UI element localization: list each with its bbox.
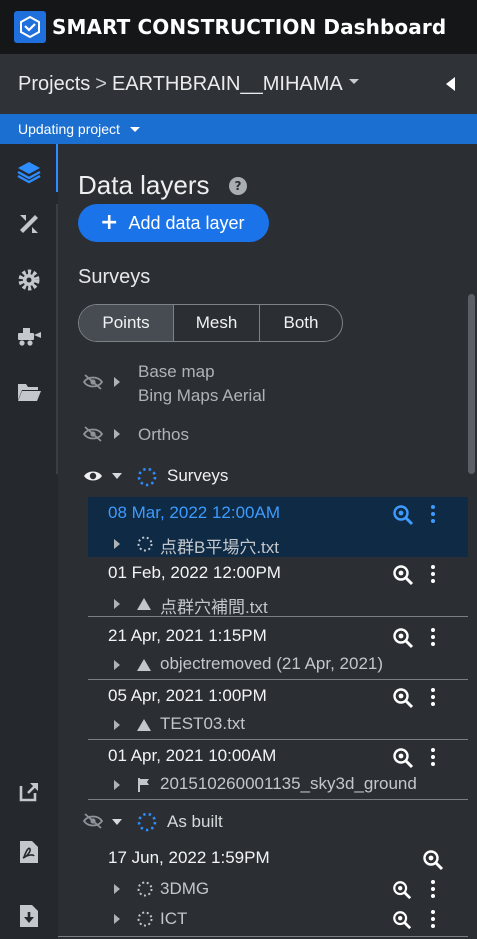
collapse-surveys-icon[interactable] <box>112 473 122 479</box>
add-data-layer-button[interactable]: + Add data layer <box>78 204 269 242</box>
visibility-off-icon[interactable] <box>82 373 104 391</box>
segment-mesh[interactable]: Mesh <box>174 305 260 341</box>
collapse-as-built-icon[interactable] <box>112 819 122 825</box>
surveys-group-label: Surveys <box>167 466 229 485</box>
survey-file: TEST03.txt <box>160 714 246 733</box>
survey-date: 08 Mar, 2022 12:00AM <box>108 503 281 522</box>
expand-survey-icon[interactable] <box>114 660 120 670</box>
app-title: SMART CONSTRUCTION Dashboard <box>52 15 447 39</box>
more-options-icon[interactable] <box>431 748 435 766</box>
survey-date: 21 Apr, 2021 1:15PM <box>108 626 267 645</box>
zoom-to-icon[interactable] <box>392 880 412 900</box>
external-link-icon[interactable] <box>0 764 58 820</box>
as-built-item-label: 3DMG <box>160 879 210 898</box>
help-icon[interactable]: ? <box>229 177 247 195</box>
survey-file: 点群穴補間.txt <box>160 598 268 617</box>
loading-icon <box>137 812 157 832</box>
triangle-icon <box>137 659 151 671</box>
zoom-to-icon[interactable] <box>392 910 412 930</box>
expand-orthos-icon[interactable] <box>114 429 120 439</box>
base-map-value: Bing Maps Aerial <box>138 386 266 405</box>
survey-date: 05 Apr, 2021 1:00PM <box>108 686 267 705</box>
pdf-icon[interactable] <box>0 824 58 880</box>
smart-construction-logo-icon[interactable] <box>14 11 46 43</box>
survey-file: 点群B平場穴.txt <box>160 538 280 557</box>
zoom-to-icon[interactable] <box>392 564 414 586</box>
segment-both[interactable]: Both <box>260 305 342 341</box>
more-options-icon[interactable] <box>431 628 435 646</box>
flag-icon <box>138 778 149 792</box>
status-bar[interactable]: Updating project <box>0 114 477 144</box>
collapse-panel-icon[interactable] <box>446 77 455 91</box>
more-options-icon[interactable] <box>431 910 435 928</box>
survey-date: 01 Apr, 2021 10:00AM <box>108 746 277 765</box>
survey-row[interactable]: 08 Mar, 2022 12:00AM 点群B平場穴.txt <box>88 497 468 557</box>
expand-survey-icon[interactable] <box>114 539 120 549</box>
as-built-group-label: As built <box>167 812 223 831</box>
more-options-icon[interactable] <box>431 880 435 898</box>
add-data-layer-label: Add data layer <box>128 212 245 233</box>
loading-icon <box>137 911 153 927</box>
segment-points[interactable]: Points <box>79 305 174 341</box>
base-map-label: Base map <box>138 362 215 381</box>
expand-survey-icon[interactable] <box>114 780 120 790</box>
survey-file: objectremoved (21 Apr, 2021) <box>160 654 384 673</box>
loading-icon <box>137 467 157 487</box>
measure-tools-icon[interactable] <box>0 196 58 252</box>
list-divider <box>58 936 468 937</box>
status-dropdown-caret-icon[interactable] <box>129 126 140 132</box>
expand-as-built-item-icon[interactable] <box>114 884 120 894</box>
visibility-on-icon[interactable] <box>82 467 104 485</box>
zoom-to-icon[interactable] <box>392 747 414 769</box>
project-dropdown-caret-icon[interactable] <box>348 78 359 84</box>
more-options-icon[interactable] <box>431 688 435 706</box>
survey-date: 01 Feb, 2022 12:00PM <box>108 563 281 582</box>
project-selector[interactable]: EARTHBRAIN__MIHAMA <box>112 73 343 96</box>
visibility-off-icon[interactable] <box>82 425 104 443</box>
left-rail <box>0 144 58 939</box>
breadcrumb: Projects > EARTHBRAIN__MIHAMA <box>0 54 477 114</box>
folder-open-icon[interactable] <box>0 364 58 420</box>
as-built-date: 17 Jun, 2022 1:59PM <box>108 848 270 867</box>
more-options-icon[interactable] <box>431 505 435 523</box>
machine-icon[interactable] <box>0 308 58 364</box>
survey-display-toggle: Points Mesh Both <box>78 304 343 342</box>
triangle-icon <box>137 719 151 731</box>
panel-scrollbar[interactable] <box>468 294 475 474</box>
layers-icon[interactable] <box>0 144 58 200</box>
settings-gear-icon[interactable] <box>0 252 58 308</box>
survey-row[interactable]: 05 Apr, 2021 1:00PM TEST03.txt <box>88 680 468 740</box>
zoom-to-icon[interactable] <box>392 504 414 526</box>
survey-file: 201510260001135_sky3d_ground <box>160 774 417 793</box>
expand-survey-icon[interactable] <box>114 720 120 730</box>
zoom-to-icon[interactable] <box>422 849 444 871</box>
panel-title: Data layers <box>78 170 210 200</box>
zoom-to-icon[interactable] <box>392 627 414 649</box>
expand-as-built-item-icon[interactable] <box>114 914 120 924</box>
survey-row[interactable]: 01 Apr, 2021 10:00AM 201510260001135_sky… <box>88 740 468 800</box>
plus-icon: + <box>100 210 119 235</box>
loading-icon <box>137 881 153 897</box>
triangle-icon <box>137 598 151 610</box>
app-header: SMART CONSTRUCTION Dashboard <box>0 0 477 54</box>
surveys-heading: Surveys <box>78 266 151 288</box>
status-label: Updating project <box>18 121 120 137</box>
download-icon[interactable] <box>0 888 58 939</box>
expand-survey-icon[interactable] <box>114 599 120 609</box>
visibility-off-icon[interactable] <box>82 812 104 830</box>
breadcrumb-separator: > <box>95 72 107 95</box>
as-built-item-label: ICT <box>160 909 188 928</box>
survey-row[interactable]: 21 Apr, 2021 1:15PM objectremoved (21 Ap… <box>88 620 468 680</box>
expand-base-map-icon[interactable] <box>114 377 120 387</box>
data-layers-panel: Data layers ? + Add data layer Surveys P… <box>58 144 477 939</box>
survey-row[interactable]: 01 Feb, 2022 12:00PM 点群穴補間.txt <box>88 557 468 617</box>
breadcrumb-projects-link[interactable]: Projects <box>18 73 90 96</box>
orthos-label: Orthos <box>138 425 190 444</box>
more-options-icon[interactable] <box>431 565 435 583</box>
loading-icon <box>137 536 153 552</box>
zoom-to-icon[interactable] <box>392 687 414 709</box>
